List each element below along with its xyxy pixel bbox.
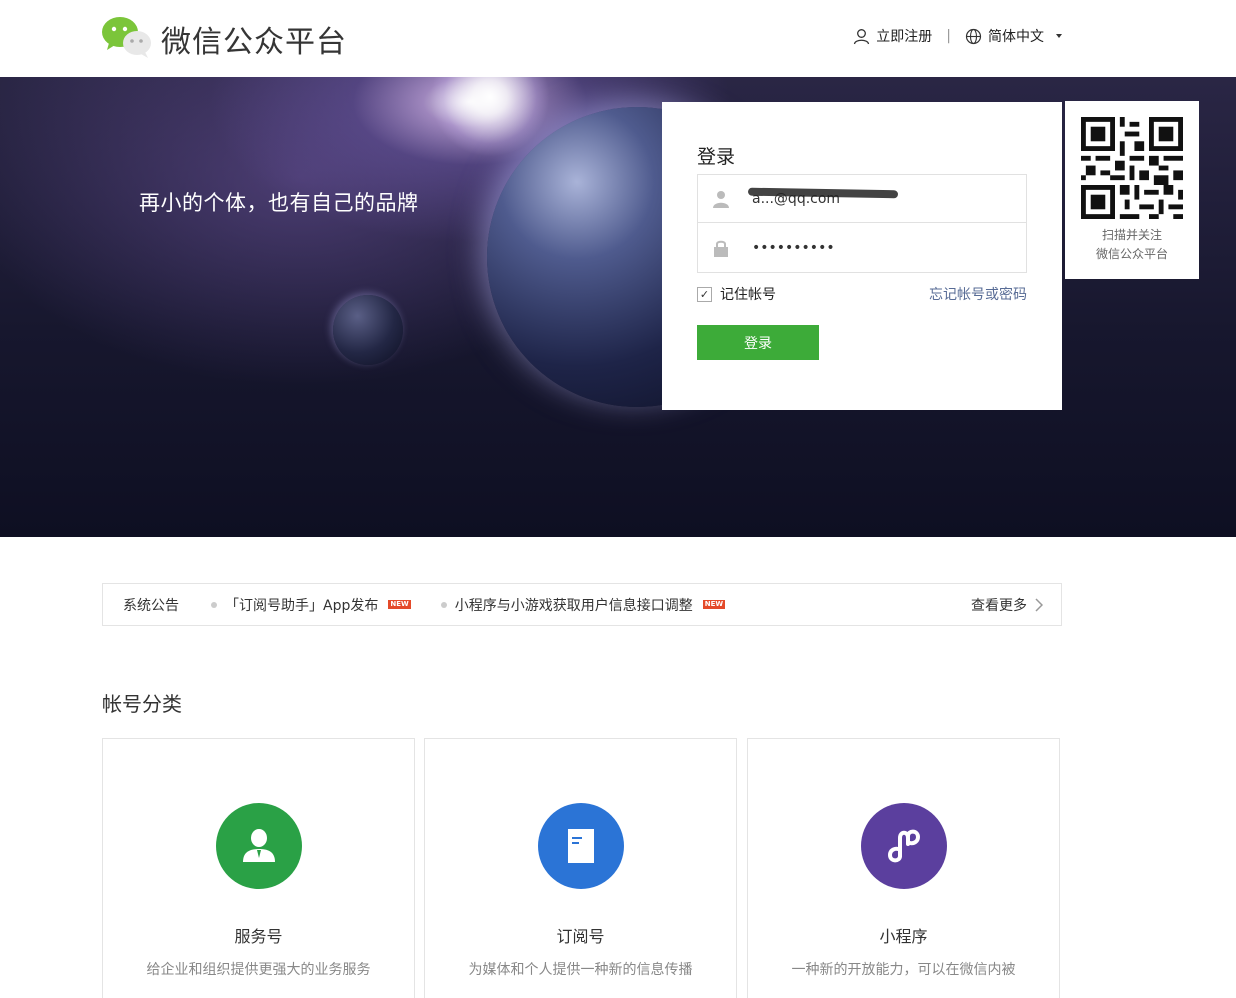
- qr-panel: 扫描并关注 微信公众平台: [1065, 101, 1199, 279]
- account-field[interactable]: a...@qq.com: [697, 174, 1027, 223]
- category-name: 小程序: [879, 927, 928, 946]
- qr-caption-line1: 扫描并关注: [1101, 228, 1162, 242]
- category-name: 订阅号: [556, 927, 605, 946]
- login-button[interactable]: 登录: [697, 325, 819, 360]
- view-more-label: 查看更多: [971, 597, 1027, 614]
- globe-icon: [965, 28, 982, 44]
- wechat-logo-icon[interactable]: [101, 15, 153, 59]
- language-label: 简体中文: [988, 29, 1044, 45]
- banner-slogan: 再小的个体，也有自己的品牌: [139, 191, 419, 215]
- checkmark-icon[interactable]: ✓: [697, 286, 712, 302]
- user-icon: [698, 190, 744, 208]
- notice-item[interactable]: 小程序与小游戏获取用户信息接口调整 NEW: [440, 595, 726, 615]
- chevron-down-icon: [1056, 34, 1062, 38]
- notice-item-text: 小程序与小游戏获取用户信息接口调整: [454, 597, 693, 614]
- category-card-subscription[interactable]: 订阅号 为媒体和个人提供一种新的信息传播: [424, 738, 737, 998]
- category-card-miniprogram[interactable]: 小程序 一种新的开放能力，可以在微信内被: [747, 738, 1060, 998]
- password-field[interactable]: ••••••••••: [697, 223, 1027, 273]
- remember-label: 记住帐号: [720, 287, 776, 303]
- category-desc: 一种新的开放能力，可以在微信内被: [791, 962, 1016, 978]
- language-selector[interactable]: 简体中文: [965, 26, 1062, 46]
- brand-title[interactable]: 微信公众平台: [161, 17, 347, 61]
- user-icon: [854, 28, 870, 44]
- lock-icon: [698, 239, 744, 257]
- qr-code-icon: [1081, 117, 1183, 219]
- bullet-icon: [440, 601, 447, 608]
- document-icon: [538, 803, 624, 889]
- remember-checkbox[interactable]: ✓ 记住帐号: [697, 284, 776, 304]
- category-name: 服务号: [234, 927, 283, 946]
- category-desc: 为媒体和个人提供一种新的信息传播: [468, 962, 693, 978]
- header-separator: |: [946, 28, 951, 44]
- category-desc: 给企业和组织提供更强大的业务服务: [146, 962, 371, 978]
- password-value: ••••••••••: [752, 239, 835, 256]
- moon-illustration: [333, 295, 403, 365]
- login-panel: 登录 a...@qq.com •••••••••• ✓ 记住帐号 忘记帐号或密码…: [662, 102, 1062, 410]
- notice-item[interactable]: 「订阅号助手」App发布 NEW: [211, 595, 411, 615]
- top-header: 微信公众平台 立即注册 | 简体中文: [0, 0, 1236, 77]
- login-options: ✓ 记住帐号 忘记帐号或密码: [697, 284, 1027, 304]
- header-actions: 立即注册 | 简体中文: [853, 26, 1062, 46]
- notice-item-text: 「订阅号助手」App发布: [225, 597, 379, 614]
- category-card-service[interactable]: 服务号 给企业和组织提供更强大的业务服务: [102, 738, 415, 998]
- register-link[interactable]: 立即注册: [853, 26, 932, 46]
- bullet-icon: [211, 601, 217, 608]
- link-icon: [861, 803, 947, 889]
- chevron-right-icon: [1035, 597, 1043, 612]
- light-flare: [430, 77, 550, 157]
- notice-label: 系统公告: [123, 597, 179, 614]
- view-more-link[interactable]: 查看更多: [971, 595, 1043, 615]
- register-label: 立即注册: [876, 29, 933, 45]
- forgot-link[interactable]: 忘记帐号或密码: [929, 284, 1027, 304]
- system-notice-bar: 系统公告 「订阅号助手」App发布 NEW 小程序与小游戏获取用户信息接口调整 …: [102, 583, 1062, 626]
- person-icon: [216, 803, 302, 889]
- new-badge: NEW: [702, 600, 726, 609]
- section-title: 帐号分类: [102, 692, 182, 716]
- new-badge: NEW: [388, 600, 411, 609]
- login-title: 登录: [697, 146, 736, 168]
- qr-caption-line2: 微信公众平台: [1095, 247, 1168, 261]
